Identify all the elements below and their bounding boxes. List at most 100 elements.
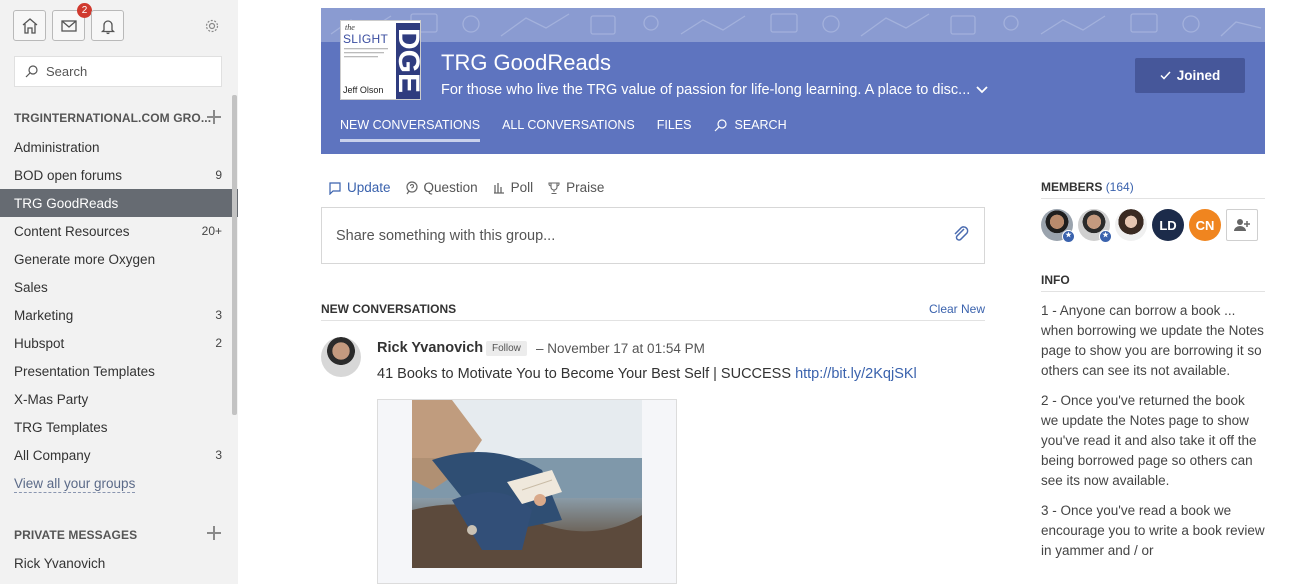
paperclip-icon[interactable] (952, 224, 970, 244)
post-author[interactable]: Rick Yvanovich (377, 340, 483, 356)
group-cover-image: the SLIGHT Jeff Olson DGE (340, 20, 421, 100)
search-box[interactable] (14, 56, 222, 87)
group-label: TRG GoodReads (14, 195, 119, 211)
tab-label: ALL CONVERSATIONS (502, 118, 635, 132)
add-group-icon[interactable] (206, 109, 222, 125)
group-item-trg-templates[interactable]: TRG Templates (0, 413, 238, 441)
feed-title: NEW CONVERSATIONS (321, 302, 457, 316)
cover-edge: DGE (392, 23, 420, 99)
search-icon (25, 65, 38, 78)
group-description-text: For those who live the TRG value of pass… (441, 82, 971, 98)
group-count: 3 (215, 308, 222, 322)
avatar[interactable]: ★ (1041, 209, 1075, 243)
info-item: 1 - Anyone can borrow a book ... when bo… (1041, 303, 1264, 378)
tab-search[interactable]: SEARCH (714, 118, 787, 142)
composer-tab-label: Praise (566, 180, 605, 195)
search-input[interactable] (46, 64, 216, 79)
group-label: BOD open forums (14, 167, 123, 183)
admin-star-icon: ★ (1062, 230, 1075, 243)
view-all-groups-link[interactable]: View all your groups (14, 475, 136, 493)
group-item-bod-open-forums[interactable]: BOD open forums 9 (0, 161, 238, 189)
info-item: 2 - Once you've returned the book we upd… (1041, 393, 1257, 488)
app-root: 2 TRGINTERNATIONAL.COM GRO... Administra… (0, 0, 1308, 584)
bell-icon (100, 19, 115, 34)
question-icon (405, 180, 418, 194)
group-count: 9 (215, 168, 222, 182)
composer-tab-label: Update (347, 180, 391, 195)
group-item-trg-goodreads[interactable]: TRG GoodReads (0, 189, 238, 217)
composer-tab-question[interactable]: Question (405, 180, 478, 195)
chevron-down-icon[interactable] (976, 86, 988, 94)
composer-tab-label: Poll (510, 180, 534, 195)
composer-tab-update[interactable]: Update (328, 180, 391, 195)
tab-label: SEARCH (734, 118, 787, 132)
avatar[interactable] (321, 337, 361, 377)
notifications-button[interactable] (91, 10, 124, 41)
banner-pattern (321, 8, 1265, 42)
joined-label: Joined (1176, 68, 1221, 83)
trophy-icon (548, 181, 560, 194)
group-label: Administration (14, 139, 100, 155)
composer-tabs: Update Question Poll Praise (328, 180, 618, 195)
clear-new-link[interactable]: Clear New (929, 302, 985, 316)
group-item-x-mas-party[interactable]: X-Mas Party (0, 385, 238, 413)
group-item-hubspot[interactable]: Hubspot 2 (0, 329, 238, 357)
mail-icon (60, 19, 77, 32)
add-user-icon (1234, 219, 1250, 231)
sidebar: 2 TRGINTERNATIONAL.COM GRO... Administra… (0, 0, 238, 584)
avatar[interactable] (1115, 209, 1147, 241)
admin-star-icon: ★ (1099, 230, 1112, 243)
tab-label: NEW CONVERSATIONS (340, 118, 481, 132)
home-button[interactable] (13, 10, 46, 41)
member-avatars: ★ ★ LD CN (1041, 209, 1258, 243)
sidebar-scrollbar[interactable] (232, 95, 237, 415)
info-item: 3 - Once you've read a book we encourage… (1041, 503, 1265, 558)
members-label: MEMBERS (1041, 180, 1103, 194)
group-tabs: NEW CONVERSATIONS ALL CONVERSATIONS FILE… (340, 118, 809, 142)
tab-all-conversations[interactable]: ALL CONVERSATIONS (502, 118, 635, 142)
avatar[interactable]: ★ (1078, 209, 1112, 243)
group-count: 3 (215, 448, 222, 462)
tab-new-conversations[interactable]: NEW CONVERSATIONS (340, 118, 481, 142)
group-label: All Company (14, 447, 91, 463)
group-header: the SLIGHT Jeff Olson DGE TRG GoodReads … (321, 8, 1265, 154)
group-item-all-company[interactable]: All Company 3 (0, 441, 238, 469)
group-item-generate-more-oxygen[interactable]: Generate more Oxygen (0, 245, 238, 273)
joined-button[interactable]: Joined (1135, 58, 1245, 93)
cover-author: Jeff Olson (343, 85, 384, 95)
composer-input[interactable]: Share something with this group... (321, 207, 985, 264)
add-member-button[interactable] (1226, 209, 1258, 241)
inbox-button[interactable]: 2 (52, 3, 92, 41)
tab-files[interactable]: FILES (657, 118, 692, 142)
group-label: TRG Templates (14, 419, 108, 435)
post-timestamp[interactable]: – November 17 at 01:54 PM (536, 341, 705, 356)
gear-icon[interactable] (204, 18, 220, 34)
new-message-icon[interactable] (206, 525, 222, 541)
avatar[interactable]: LD (1152, 209, 1184, 241)
poll-icon (493, 182, 504, 194)
group-label: Presentation Templates (14, 363, 155, 379)
members-count: (164) (1105, 180, 1134, 194)
group-label: Sales (14, 279, 48, 295)
pm-item-rick-yvanovich[interactable]: Rick Yvanovich (14, 556, 105, 571)
avatar-initials: CN (1195, 217, 1215, 233)
group-item-presentation-templates[interactable]: Presentation Templates (0, 357, 238, 385)
group-item-content-resources[interactable]: Content Resources 20+ (0, 217, 238, 245)
post-body: 41 Books to Motivate You to Become Your … (377, 366, 917, 382)
group-description[interactable]: For those who live the TRG value of pass… (441, 82, 988, 98)
members-header[interactable]: MEMBERS (164) (1041, 180, 1265, 199)
top-icons: 2 (13, 3, 124, 41)
post-link[interactable]: http://bit.ly/2KqjSKl (795, 366, 917, 382)
group-label: Marketing (14, 307, 74, 323)
composer-tab-praise[interactable]: Praise (547, 180, 604, 195)
avatar[interactable]: CN (1189, 209, 1221, 241)
composer-tab-label: Question (423, 180, 478, 195)
group-item-administration[interactable]: Administration (0, 133, 238, 161)
link-preview[interactable] (377, 399, 677, 584)
follow-button[interactable]: Follow (486, 341, 527, 356)
group-item-marketing[interactable]: Marketing 3 (0, 301, 238, 329)
group-item-sales[interactable]: Sales (0, 273, 238, 301)
tab-label: FILES (656, 118, 692, 132)
composer-tab-poll[interactable]: Poll (492, 180, 534, 195)
cover-the: the (345, 23, 355, 32)
